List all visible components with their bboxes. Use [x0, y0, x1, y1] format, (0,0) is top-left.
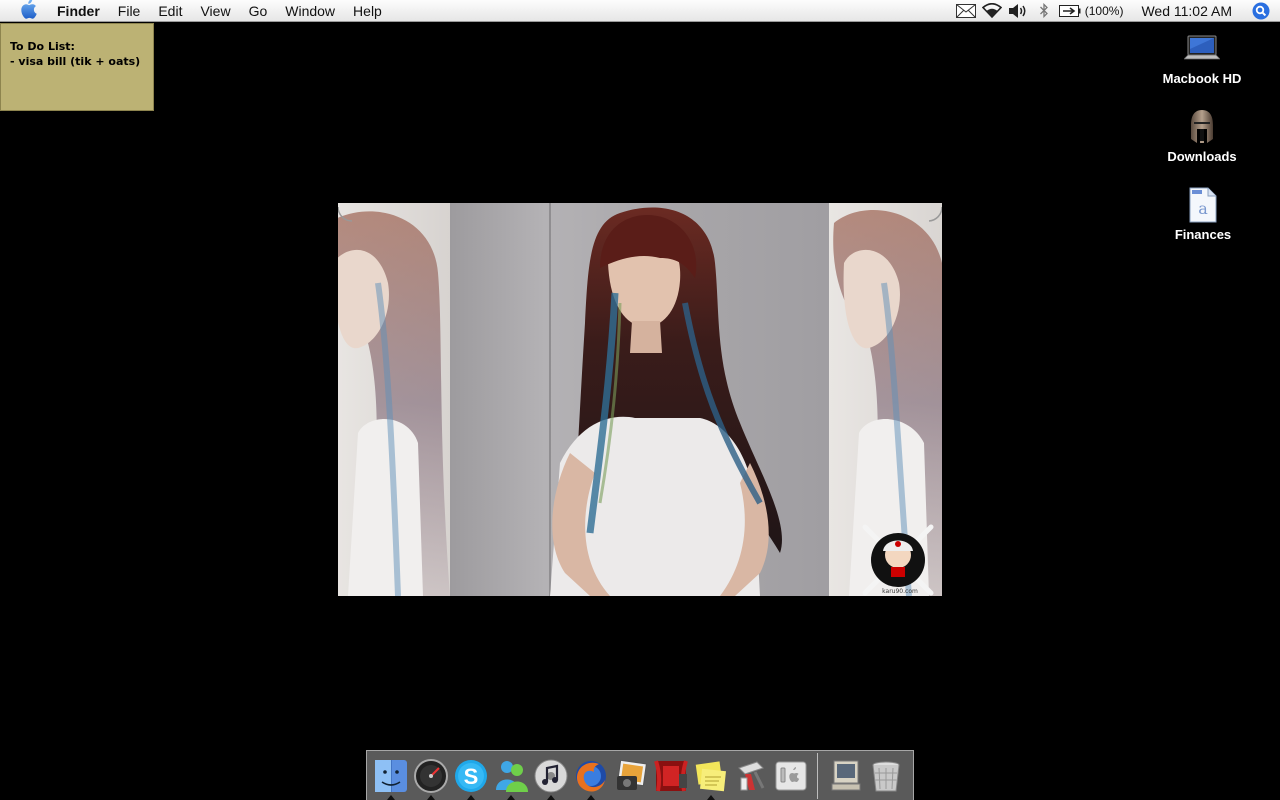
sticky-note[interactable]: To Do List: - visa bill (tik + oats) [0, 23, 154, 111]
dock-item-skype[interactable]: S [451, 754, 491, 800]
running-indicator [587, 794, 595, 800]
sticky-note-title: To Do List: [10, 40, 75, 53]
dock-item-dashboard[interactable] [411, 754, 451, 800]
menu-view[interactable]: View [191, 0, 239, 22]
running-indicator [707, 794, 715, 800]
dock-item-trash[interactable] [866, 754, 906, 798]
dock-item-msn-messenger[interactable] [491, 754, 531, 800]
battery-percentage[interactable]: (100%) [1083, 0, 1130, 22]
dock-item-itunes[interactable] [531, 754, 571, 800]
desktop-icon-label: Macbook HD [1162, 71, 1242, 86]
desktop-icon-finances[interactable]: a Finances [1148, 185, 1258, 242]
computer-icon [831, 760, 861, 790]
menu-finder[interactable]: Finder [48, 0, 109, 22]
dock-divider [817, 752, 818, 799]
dock-item-front-row[interactable] [651, 754, 691, 798]
dock: S [366, 750, 914, 800]
running-indicator [427, 794, 435, 800]
menu-bar: Finder File Edit View Go Window Help (10… [0, 0, 1280, 22]
apple-icon [19, 0, 37, 22]
svg-text:a: a [1198, 199, 1208, 218]
laptop-drive-icon [1182, 29, 1222, 69]
msn-messenger-icon [496, 760, 528, 792]
menu-clock[interactable]: Wed 11:02 AM [1129, 0, 1246, 22]
desktop-icon-label: Downloads [1167, 149, 1237, 164]
dock-item-firefox[interactable] [571, 754, 611, 800]
front-row-icon [654, 759, 688, 791]
system-preferences-icon [775, 761, 807, 790]
dock-item-system-preferences[interactable] [771, 754, 811, 798]
watermark-text: karu90.com [882, 588, 918, 595]
document-icon: a [1183, 185, 1223, 225]
running-indicator [387, 794, 395, 800]
menu-window[interactable]: Window [276, 0, 344, 22]
volume-icon[interactable] [1005, 0, 1031, 22]
script-editor-icon [738, 760, 765, 790]
menu-help[interactable]: Help [344, 0, 391, 22]
desktop-icon-macbook-hd[interactable]: Macbook HD [1147, 29, 1257, 86]
stickies-icon [695, 760, 726, 791]
menu-extras: (100%) Wed 11:02 AM [953, 0, 1280, 22]
menu-go[interactable]: Go [240, 0, 277, 22]
dock-item-finder[interactable] [371, 754, 411, 800]
menu-edit[interactable]: Edit [149, 0, 191, 22]
running-indicator [507, 794, 515, 800]
mail-icon[interactable] [953, 0, 979, 22]
desktop-icon-downloads[interactable]: Downloads [1147, 107, 1257, 164]
finder-icon [375, 759, 407, 792]
running-indicator [467, 794, 475, 800]
itunes-icon [534, 759, 568, 792]
skype-icon: S [455, 759, 487, 792]
desktop-icon-label: Finances [1174, 227, 1232, 242]
svg-text:S: S [464, 764, 479, 789]
wallpaper-photo: karu90.com [338, 203, 942, 596]
dock-item-stickies[interactable] [691, 754, 731, 800]
battery-icon[interactable] [1057, 0, 1083, 22]
trash-icon [872, 761, 900, 791]
firefox-icon [576, 760, 606, 792]
dock-item-iphoto[interactable] [611, 754, 651, 798]
photo-panel-left [338, 203, 450, 596]
dashboard-icon [414, 758, 448, 793]
apple-menu[interactable] [8, 0, 48, 22]
running-indicator [547, 794, 555, 800]
dock-item-computer[interactable] [826, 754, 866, 798]
watermark-mascot-icon [862, 524, 934, 596]
dock-item-script-editor[interactable] [731, 754, 771, 798]
photo-panel-right: karu90.com [829, 203, 942, 596]
sticky-note-line: - visa bill (tik + oats) [10, 55, 141, 68]
iphoto-icon [617, 759, 647, 790]
spotlight-icon[interactable] [1246, 0, 1276, 22]
desktop: Finder File Edit View Go Window Help (10… [0, 0, 1280, 800]
wifi-icon[interactable] [979, 0, 1005, 22]
bluetooth-icon[interactable] [1031, 0, 1057, 22]
photo-panel-center [450, 203, 829, 596]
menu-file[interactable]: File [109, 0, 150, 22]
spartan-helmet-icon [1182, 107, 1222, 147]
